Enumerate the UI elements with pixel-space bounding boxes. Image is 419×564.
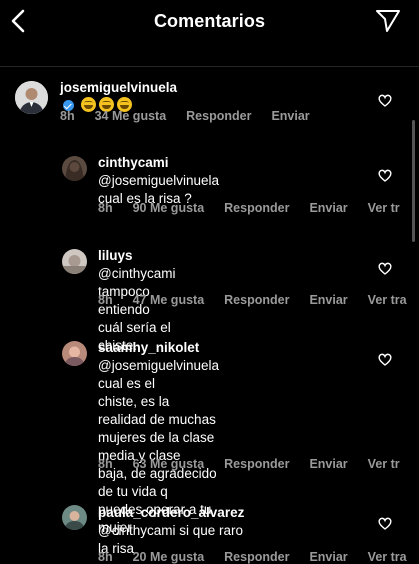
comment-username[interactable]: saamhy_nikolet — [98, 339, 219, 357]
person-photo-icon — [62, 156, 87, 181]
avatar[interactable] — [62, 249, 87, 274]
reply-button[interactable]: Responder — [224, 293, 289, 307]
likes-count[interactable]: 90 Me gusta — [133, 201, 205, 215]
like-heart-icon[interactable] — [378, 353, 392, 366]
person-photo-icon — [62, 249, 87, 274]
person-photo-icon — [15, 81, 48, 114]
like-heart-icon[interactable] — [378, 94, 392, 107]
comment-username[interactable]: liluys — [98, 248, 133, 263]
header-divider — [0, 66, 419, 67]
likes-count[interactable]: 63 Me gusta — [133, 457, 205, 471]
likes-count[interactable]: 47 Me gusta — [133, 293, 205, 307]
comment-meta: 8h 47 Me gusta Responder Enviar Ver tra — [98, 293, 419, 307]
comment-text: cinthycami @josemiguelvinuela cual es la… — [98, 154, 219, 208]
likes-count[interactable]: 34 Me gusta — [95, 109, 167, 123]
reply-button[interactable]: Responder — [186, 109, 251, 123]
comment-meta: 8h 90 Me gusta Responder Enviar Ver tr — [98, 201, 419, 215]
avatar[interactable] — [15, 81, 48, 114]
comment-time: 8h — [98, 201, 113, 215]
scrollbar[interactable] — [412, 120, 415, 242]
see-translation-link[interactable]: Ver tra — [368, 293, 407, 307]
like-heart-icon[interactable] — [378, 169, 392, 182]
comment-username[interactable]: paula_cordero_alvarez — [98, 504, 244, 522]
page-title: Comentarios — [153, 11, 266, 31]
see-translation-link[interactable]: Ver tr — [368, 457, 400, 471]
like-heart-icon[interactable] — [378, 262, 392, 275]
send-button[interactable]: Enviar — [309, 293, 347, 307]
reply-button[interactable]: Responder — [224, 201, 289, 215]
send-button[interactable]: Enviar — [309, 457, 347, 471]
send-button[interactable]: Enviar — [309, 201, 347, 215]
comment-line: chiste, es la realidad de muchas — [98, 394, 216, 427]
comment-time: 8h — [98, 293, 113, 307]
avatar[interactable] — [62, 156, 87, 181]
comment-username[interactable]: cinthycami — [98, 155, 169, 170]
comment-time: 8h — [98, 457, 113, 471]
person-photo-icon — [62, 341, 87, 366]
comment-line: @josemiguelvinuela cual es el — [98, 358, 220, 391]
reply-button[interactable]: Responder — [224, 457, 289, 471]
avatar[interactable] — [62, 505, 87, 530]
comment-meta: 8h 34 Me gusta Responder Enviar — [60, 109, 330, 123]
comment-username[interactable]: josemiguelvinuela — [60, 80, 177, 95]
comment-time: 8h — [60, 109, 75, 123]
see-translation-link[interactable]: Ver tr — [368, 201, 400, 215]
like-heart-icon[interactable] — [378, 517, 392, 530]
send-button[interactable]: Enviar — [271, 109, 309, 123]
send-icon[interactable] — [375, 9, 401, 33]
comment-line: @josemiguelvinuela — [98, 173, 220, 188]
header-bar: Comentarios — [0, 0, 419, 44]
person-photo-icon — [62, 505, 87, 530]
avatar[interactable] — [62, 341, 87, 366]
comment-meta: 8h 63 Me gusta Responder Enviar Ver tr — [98, 457, 419, 471]
